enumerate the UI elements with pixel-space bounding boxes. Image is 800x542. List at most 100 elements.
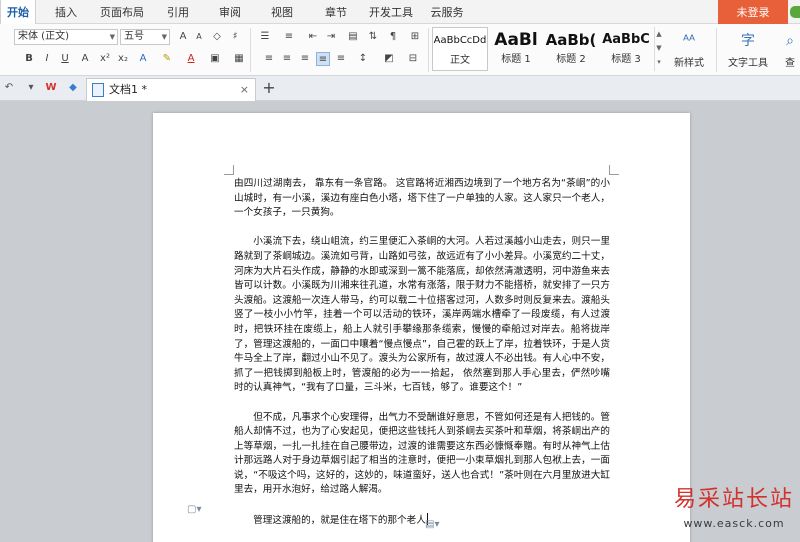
text-tools-icon: 字	[741, 33, 755, 49]
new-style-label: 新样式	[674, 58, 704, 69]
style-heading-3[interactable]: AaBbC 标题 3	[598, 27, 654, 71]
find-icon: ⌕	[786, 33, 794, 49]
paste-options-icon[interactable]: ▤▾	[425, 519, 445, 533]
highlight-icon[interactable]: ✎	[160, 52, 174, 66]
tab-cloud-service[interactable]: 云服务	[426, 0, 468, 24]
line-spacing-icon[interactable]: ↕	[356, 52, 370, 66]
strikethrough-icon[interactable]: A	[78, 52, 92, 66]
expand-gallery-icon[interactable]: ▾	[655, 55, 663, 69]
tab-references[interactable]: 引用	[160, 0, 196, 24]
ribbon-separator	[250, 28, 251, 72]
char-border-icon[interactable]: ▣	[208, 52, 222, 66]
char-shading-icon[interactable]: ▦	[232, 52, 246, 66]
distribute-icon[interactable]: ≡	[334, 52, 348, 66]
text-tools-button[interactable]: 字 文字工具	[720, 28, 776, 72]
chinese-layout-icon[interactable]: ▤	[346, 30, 360, 44]
font-name-select[interactable]: 宋体 (正文) ▼	[14, 29, 118, 45]
chevron-down-icon: ▼	[161, 33, 167, 41]
page-layout-float-icon[interactable]: ▢▾	[187, 504, 205, 518]
font-size-value: 五号	[124, 31, 144, 42]
increase-indent-icon[interactable]: ⇥	[324, 30, 338, 44]
shrink-font-icon[interactable]: A	[192, 30, 206, 44]
tab-page-layout[interactable]: 页面布局	[96, 0, 148, 24]
chevron-up-icon[interactable]: ▲	[655, 27, 663, 41]
chevron-down-icon: ▼	[109, 33, 115, 41]
new-style-icon: ᴬᴬ	[682, 33, 696, 49]
align-center-icon[interactable]: ≡	[280, 52, 294, 66]
sort-icon[interactable]: ⇅	[366, 30, 380, 44]
justify-icon[interactable]: ≡	[316, 52, 330, 66]
close-icon[interactable]: ×	[240, 79, 249, 101]
margin-corner-mark	[224, 165, 234, 175]
new-tab-button[interactable]: +	[260, 79, 278, 97]
document-tab[interactable]: 文档1 * ×	[86, 78, 256, 101]
style-sample: AaBb(	[545, 31, 597, 49]
tab-home[interactable]: 开始	[0, 0, 36, 25]
show-marks-icon[interactable]: ¶	[386, 30, 400, 44]
paragraph-1: 由四川过湖南去， 靠东有一条官路。 这官路将近湘西边境到了一个地方名为“茶峒”的…	[234, 178, 610, 219]
numbered-list-icon[interactable]: ≡	[282, 30, 296, 44]
font-name-value: 宋体 (正文)	[18, 31, 69, 42]
style-sample: AaBbCcDd	[433, 35, 487, 46]
paragraph-4: 管理这渡船的，就是住在塔下的那个老人	[234, 512, 610, 529]
clear-format-icon[interactable]: ◇	[210, 30, 224, 44]
style-name: 标题 1	[501, 54, 531, 65]
tab-developer-tools[interactable]: 开发工具	[366, 0, 416, 24]
document-workspace: 由四川过湖南去， 靠东有一条官路。 这官路将近湘西边境到了一个地方名为“茶峒”的…	[0, 101, 800, 542]
find-label: 查	[785, 58, 795, 69]
bullet-list-icon[interactable]: ☰	[258, 30, 272, 44]
document-tab-name: 文档1 *	[109, 83, 147, 96]
ribbon-separator	[428, 28, 429, 72]
borders-icon[interactable]: ⊟	[406, 52, 420, 66]
back-arrow-icon[interactable]: ↶	[2, 81, 16, 95]
tab-insert[interactable]: 插入	[46, 0, 86, 24]
align-left-icon[interactable]: ≡	[262, 52, 276, 66]
font-size-select[interactable]: 五号 ▼	[120, 29, 170, 45]
document-body[interactable]: 由四川过湖南去， 靠东有一条官路。 这官路将近湘西边境到了一个地方名为“茶峒”的…	[234, 177, 610, 528]
tab-review[interactable]: 审阅	[212, 0, 248, 24]
font-color-icon[interactable]: A	[184, 52, 198, 66]
style-heading-1[interactable]: AaBl 标题 1	[488, 27, 544, 71]
login-button[interactable]: 未登录	[718, 0, 788, 24]
wps-logo-icon[interactable]: W	[44, 81, 58, 95]
document-tab-bar: ↶ ▾ W ◆ 文档1 * × +	[0, 76, 800, 101]
text-effect-icon[interactable]: A	[136, 52, 150, 66]
tab-view[interactable]: 视图	[264, 0, 300, 24]
underline-icon[interactable]: U	[58, 52, 72, 66]
ribbon-home-panel: 宋体 (正文) ▼ 五号 ▼ A A ◇ ♯ B I U A x² x₂ A ✎ A…	[0, 24, 800, 76]
paragraph-settings-icon[interactable]: ⊞	[408, 30, 422, 44]
margin-corner-mark	[609, 165, 619, 175]
style-name: 标题 3	[611, 54, 641, 65]
grow-font-icon[interactable]: A	[176, 30, 190, 44]
find-button[interactable]: ⌕ 查	[780, 28, 800, 72]
superscript-icon[interactable]: x²	[98, 52, 112, 66]
decrease-indent-icon[interactable]: ⇤	[306, 30, 320, 44]
phonetic-guide-icon[interactable]: ♯	[228, 30, 242, 44]
style-name: 标题 2	[556, 54, 586, 65]
style-heading-2[interactable]: AaBb( 标题 2	[543, 27, 599, 71]
style-gallery-scroll[interactable]: ▲ ▼ ▾	[654, 27, 663, 71]
text-tools-label: 文字工具	[728, 58, 768, 69]
ribbon-separator	[716, 28, 717, 72]
style-name: 正文	[450, 55, 470, 66]
align-right-icon[interactable]: ≡	[298, 52, 312, 66]
style-sample: AaBl	[494, 30, 538, 50]
style-normal[interactable]: AaBbCcDd 正文	[432, 27, 488, 71]
cloud-docs-icon[interactable]: ◆	[66, 81, 80, 95]
bold-icon[interactable]: B	[22, 52, 36, 66]
document-page[interactable]: 由四川过湖南去， 靠东有一条官路。 这官路将近湘西边境到了一个地方名为“茶峒”的…	[153, 113, 690, 542]
paragraph-3: 但不成，凡事求个心安理得，出气力不受酬谁好意思，不管如何还是有人把钱的。管船人却…	[234, 411, 610, 496]
watermark-url: www.easck.com	[683, 517, 785, 530]
app-edge-icon	[790, 6, 800, 18]
chevron-down-icon[interactable]: ▼	[655, 41, 663, 55]
dropdown-arrow-icon[interactable]: ▾	[24, 81, 38, 95]
ribbon-tab-bar: 开始 插入 页面布局 引用 审阅 视图 章节 开发工具 云服务 未登录	[0, 0, 800, 25]
watermark-logo: 易采站长站 www.easck.com	[668, 484, 800, 540]
paragraph-2: 小溪流下去，绕山岨流，约三里便汇入茶峒的大河。人若过溪越小山走去，则只一里路就到…	[234, 236, 610, 394]
watermark-title: 易采站长站	[673, 487, 794, 512]
italic-icon[interactable]: I	[40, 52, 54, 66]
shading-icon[interactable]: ◩	[382, 52, 396, 66]
subscript-icon[interactable]: x₂	[116, 52, 130, 66]
tab-chapter[interactable]: 章节	[318, 0, 354, 24]
new-style-button[interactable]: ᴬᴬ 新样式	[666, 28, 712, 72]
